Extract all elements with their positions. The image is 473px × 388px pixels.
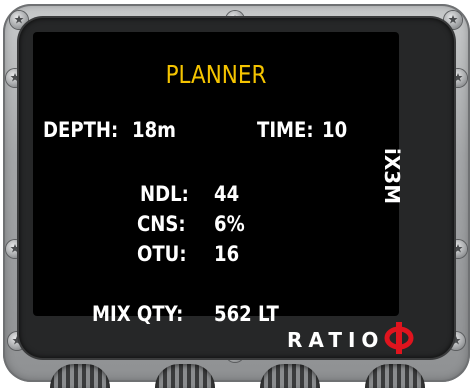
brand-name: RATIO <box>287 328 385 352</box>
otu-value: 16 <box>214 242 240 266</box>
mix-qty-label: MIX QTY: <box>92 302 184 326</box>
brand-logo: RATIO <box>287 322 414 358</box>
planner-title: PLANNER <box>165 60 267 89</box>
control-button[interactable] <box>155 364 215 388</box>
otu-label: OTU: <box>137 242 187 266</box>
button-row <box>30 364 450 388</box>
cns-value: 6% <box>214 212 245 236</box>
control-button[interactable] <box>365 364 425 388</box>
mix-qty-value: 562 LT <box>214 302 279 326</box>
cns-label: CNS: <box>137 212 186 236</box>
screen-bezel: PLANNER DEPTH: 18m TIME: 10 NDL: 44 CNS:… <box>19 18 454 358</box>
time-label: TIME: <box>257 118 314 142</box>
dive-computer-device: PLANNER DEPTH: 18m TIME: 10 NDL: 44 CNS:… <box>3 4 470 382</box>
ndl-label: NDL: <box>140 182 189 206</box>
ndl-value: 44 <box>214 182 240 206</box>
depth-label: DEPTH: <box>43 118 119 142</box>
control-button[interactable] <box>50 364 110 388</box>
model-name: iX3M <box>380 148 404 205</box>
display-screen: PLANNER DEPTH: 18m TIME: 10 NDL: 44 CNS:… <box>33 32 399 326</box>
phi-logo-icon <box>384 322 414 358</box>
time-value: 10 <box>322 118 348 142</box>
control-button[interactable] <box>260 364 320 388</box>
depth-value: 18m <box>132 118 176 142</box>
